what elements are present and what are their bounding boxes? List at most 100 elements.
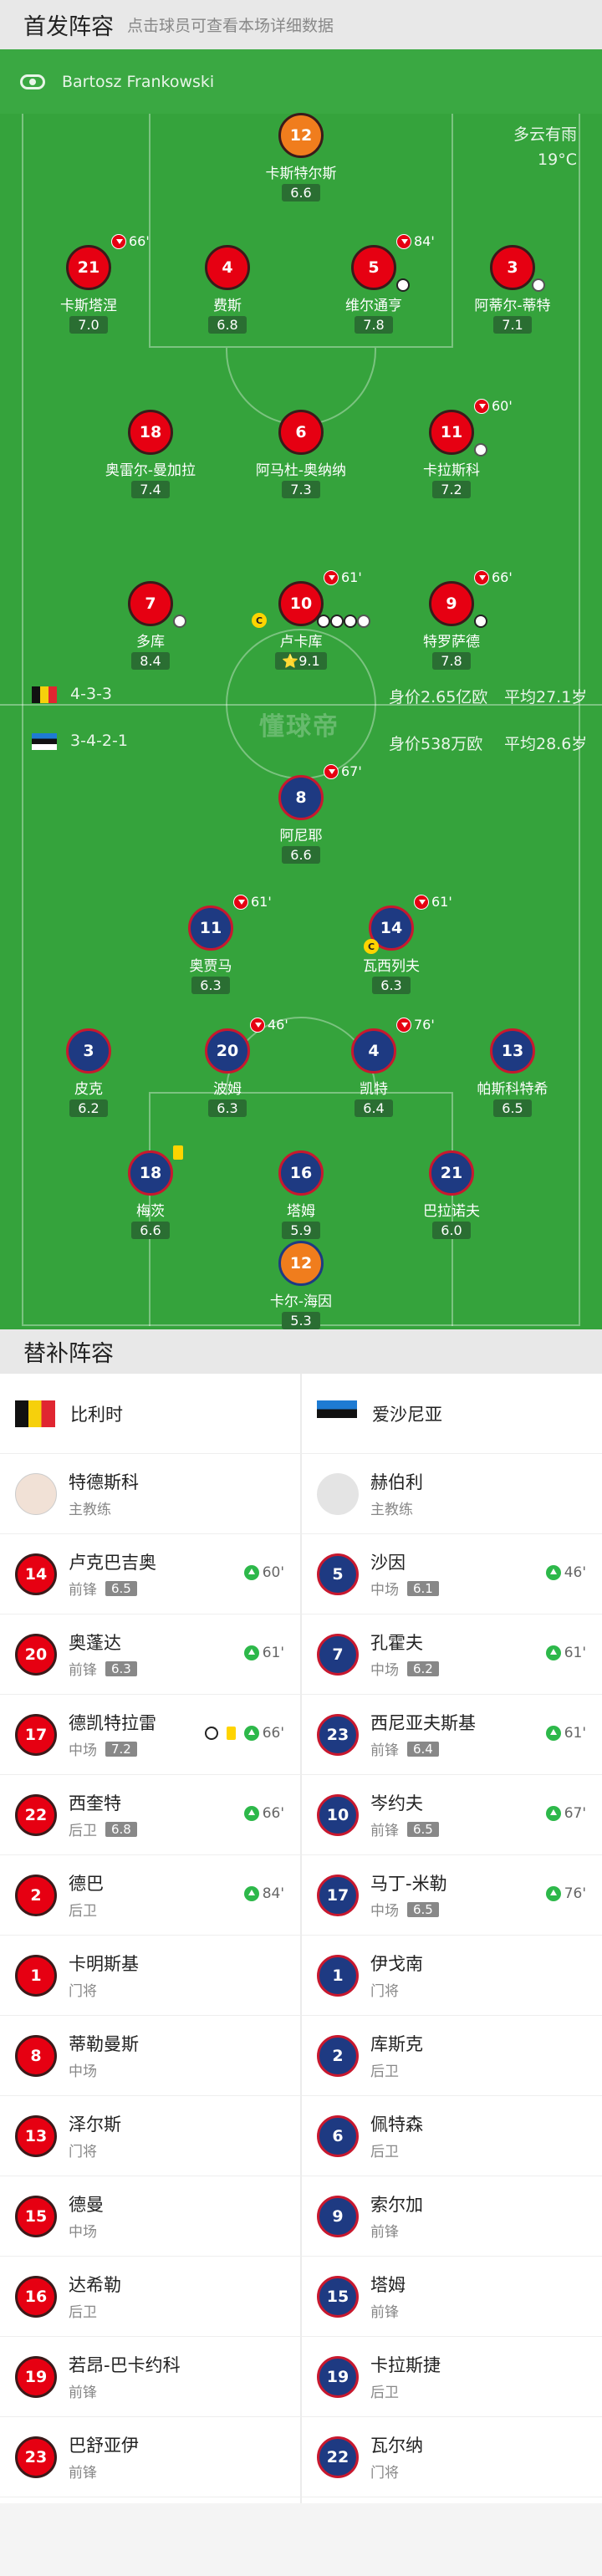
player-home-10[interactable]: 9 特罗萨德 7.8 66' (380, 569, 523, 670)
bench-player-row[interactable]: 2 德巴 后卫 84' (0, 1855, 301, 1936)
bench-player-row[interactable]: 16 达希勒 后卫 (0, 2257, 301, 2337)
player-rating: 6.5 (407, 1901, 439, 1917)
player-home-4[interactable]: 3 阿蒂尔-蒂特 7.1 (441, 245, 584, 334)
player-position: 前锋 (69, 1582, 97, 1599)
player-home-0[interactable]: 12 卡斯特尔斯 6.6 (230, 113, 372, 201)
jersey-number: 12 (278, 1241, 324, 1286)
player-rating: 6.4 (407, 1741, 439, 1757)
player-name: 波姆 (213, 1081, 242, 1098)
player-away-9[interactable]: 21 巴拉诺夫 6.0 (380, 1150, 523, 1239)
section-title: 替补阵容 (23, 1341, 114, 1367)
sub-off-icon (474, 398, 489, 414)
bench-player-row[interactable]: 7 孔霍夫 中场 6.2 61' (302, 1614, 602, 1695)
player-name: 瓦尔纳 (370, 2436, 423, 2456)
player-away-7[interactable]: 18 梅茨 6.6 (79, 1145, 222, 1239)
player-away-0[interactable]: 8 阿尼耶 6.6 67' (230, 763, 372, 864)
jersey-number: 23 (15, 2436, 57, 2478)
bench-player-row[interactable]: 23 西尼亚夫斯基 前锋 6.4 61' (302, 1695, 602, 1775)
player-home-3[interactable]: 5 维尔通亨 7.8 84' (303, 233, 445, 334)
coach-row[interactable]: 赫伯利 主教练 (302, 1454, 602, 1534)
team-header: 比利时 (0, 1374, 301, 1454)
belgium-flag-icon (15, 1400, 55, 1427)
coach-role: 主教练 (69, 1502, 111, 1518)
player-name: 奥雷尔-曼加拉 (105, 462, 196, 479)
bench-player-row[interactable]: 5 沙因 中场 6.1 46' (302, 1534, 602, 1614)
pitch: Bartosz Frankowski 多云有雨 19°C 懂球帝 4-3-3 身… (0, 49, 602, 1329)
bench-player-row[interactable]: 13 泽尔斯 门将 (0, 2096, 301, 2176)
player-name: 岑约夫 (370, 1793, 423, 1813)
player-position: 前锋 (370, 1742, 399, 1759)
sub-off: 61' (233, 894, 272, 910)
player-away-1[interactable]: 11 奥贾马 6.3 61' (140, 894, 282, 994)
bench-player-row[interactable]: 8 蒂勒曼斯 中场 (0, 2016, 301, 2096)
bench-player-row[interactable]: 15 塔姆 前锋 (302, 2257, 602, 2337)
player-away-6[interactable]: 13 帕斯科特希 6.5 (441, 1028, 584, 1117)
sub-minute: 66' (262, 1725, 284, 1742)
jersey-number: 19 (317, 2355, 359, 2398)
sub-on: 66' (243, 1805, 284, 1822)
bench-player-row[interactable]: 20 奥蓬达 前锋 6.3 61' (0, 1614, 301, 1695)
bench-player-row[interactable]: 19 若昂-巴卡约科 前锋 (0, 2337, 301, 2417)
sub-off-icon (324, 569, 339, 585)
weather-condition: 多云有雨 (513, 125, 577, 144)
player-rating: 6.2 (407, 1660, 439, 1676)
bench-player-row[interactable]: 1 伊戈南 门将 (302, 1936, 602, 2016)
estonia-age: 平均28.6岁 (504, 735, 588, 753)
player-home-1[interactable]: 21 卡斯塔涅 7.0 66' (18, 233, 160, 334)
player-name: 佩特森 (370, 2114, 423, 2135)
player-home-8[interactable]: 7 多库 8.4 (79, 581, 222, 670)
player-name: 达希勒 (69, 2275, 121, 2295)
jersey-number: 11 (188, 905, 233, 951)
bench-player-row[interactable]: 17 马丁-米勒 中场 6.5 76' (302, 1855, 602, 1936)
weather-temp: 19°C (538, 150, 577, 169)
player-home-6[interactable]: 6 阿马杜-奥纳纳 7.3 (230, 410, 372, 498)
player-position: 中场 (69, 2063, 97, 2080)
player-name: 阿马杜-奥纳纳 (255, 462, 347, 479)
player-home-5[interactable]: 18 奥雷尔-曼加拉 7.4 (79, 410, 222, 498)
section-title: 首发阵容 (23, 14, 114, 40)
player-name: 德凯特拉雷 (69, 1713, 156, 1733)
player-away-10[interactable]: 12 卡尔-海因 5.3 (230, 1241, 372, 1329)
goal-ball-icon (396, 278, 410, 292)
player-position: 中场 (370, 1662, 399, 1679)
player-away-4[interactable]: 20 波姆 6.3 46' (156, 1017, 298, 1117)
estonia-flag-icon (317, 1400, 357, 1427)
player-away-5[interactable]: 4 凯特 6.4 76' (303, 1017, 445, 1117)
sub-off: 46' (250, 1017, 288, 1033)
player-name: 西奎特 (69, 1793, 121, 1813)
player-rating: 6.6 (282, 184, 320, 201)
bench-player-row[interactable]: 22 西奎特 后卫 6.8 66' (0, 1775, 301, 1855)
player-away-8[interactable]: 16 塔姆 5.9 (230, 1150, 372, 1239)
player-away-3[interactable]: 3 皮克 6.2 (18, 1028, 160, 1117)
player-home-9[interactable]: 10 卢卡库 ⭐9.1 61' C (230, 569, 372, 670)
bench-player-row[interactable]: 9 索尔加 前锋 (302, 2176, 602, 2257)
bench-player-row[interactable]: 22 瓦尔纳 门将 (302, 2417, 602, 2497)
jersey-number: 11 (429, 410, 474, 455)
bench-player-row[interactable]: 19 卡拉斯捷 后卫 (302, 2337, 602, 2417)
sub-off-icon (324, 763, 339, 779)
goal-ball-icon (317, 615, 330, 628)
bench-player-row[interactable]: 1 卡明斯基 门将 (0, 1936, 301, 2016)
bench-player-row[interactable]: 15 德曼 中场 (0, 2176, 301, 2257)
bench-player-row[interactable]: 23 巴舒亚伊 前锋 (0, 2417, 301, 2497)
player-home-2[interactable]: 4 费斯 6.8 (156, 245, 298, 334)
player-position: 前锋 (69, 2385, 97, 2401)
jersey-number: 20 (205, 1028, 250, 1074)
player-away-2[interactable]: 14 瓦西列夫 6.3 61' C (320, 894, 462, 994)
bench-player-row[interactable]: 17 德凯特拉雷 中场 7.2 66' (0, 1695, 301, 1775)
jersey-number: 15 (15, 2195, 57, 2237)
player-home-7[interactable]: 11 卡拉斯科 7.2 60' (380, 398, 523, 498)
player-rating: ⭐9.1 (275, 652, 327, 670)
player-name: 瓦西列夫 (363, 958, 420, 975)
bench-player-row[interactable]: 10 岑约夫 前锋 6.5 67' (302, 1775, 602, 1855)
coach-row[interactable]: 特德斯科 主教练 (0, 1454, 301, 1534)
bench-player-row[interactable]: 14 卢克巴吉奥 前锋 6.5 60' (0, 1534, 301, 1614)
sub-off: 76' (396, 1017, 435, 1033)
bench-player-row[interactable]: 6 佩特森 后卫 (302, 2096, 602, 2176)
assist-icon (474, 443, 487, 457)
jersey-number: 23 (317, 1713, 359, 1756)
player-name: 若昂-巴卡约科 (69, 2355, 181, 2375)
bench-player-row[interactable]: 2 库斯克 后卫 (302, 2016, 602, 2096)
watermark: 懂球帝 (259, 712, 339, 742)
sub-on: 66' (204, 1725, 284, 1742)
